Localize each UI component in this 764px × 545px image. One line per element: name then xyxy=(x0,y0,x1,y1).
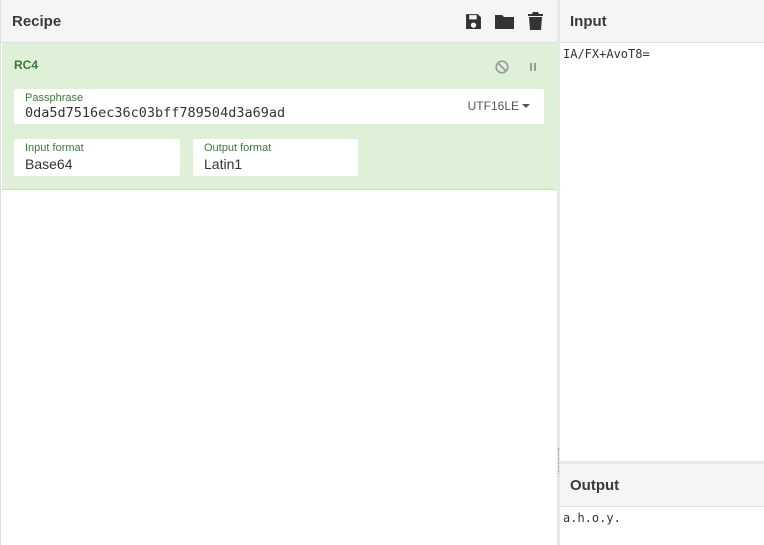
output-pane: Output a.h.o.y. xyxy=(560,461,764,545)
output-format-value[interactable]: Latin1 xyxy=(204,156,242,172)
input-textarea[interactable]: IA/FX+AvoT8= xyxy=(560,43,764,65)
input-format-label: Input format xyxy=(25,142,84,154)
recipe-header: Recipe xyxy=(1,0,557,43)
output-format-field[interactable]: Output format Latin1 xyxy=(193,139,358,176)
output-header: Output xyxy=(560,464,764,507)
save-icon xyxy=(466,13,481,29)
output-format-label: Output format xyxy=(204,142,272,154)
disable-operation-button[interactable] xyxy=(491,56,512,77)
pause-icon xyxy=(529,62,536,71)
passphrase-encoding-value: UTF16LE xyxy=(467,99,519,113)
trash-icon xyxy=(528,12,543,30)
rc4-operation[interactable]: RC4 Passphrase 0da5d7516ec36c03bff789504… xyxy=(2,43,557,190)
input-pane: Input IA/FX+AvoT8= xyxy=(560,0,764,461)
output-text[interactable]: a.h.o.y. xyxy=(560,507,764,529)
recipe-title: Recipe xyxy=(12,12,62,30)
operation-controls xyxy=(491,56,543,77)
save-recipe-button[interactable] xyxy=(463,11,484,32)
passphrase-encoding-dropdown[interactable]: UTF16LE xyxy=(468,99,530,113)
disable-icon xyxy=(494,59,509,74)
passphrase-input[interactable]: 0da5d7516ec36c03bff789504d3a69ad xyxy=(25,105,285,121)
caret-down-icon xyxy=(522,104,530,108)
load-recipe-button[interactable] xyxy=(494,11,515,32)
output-title: Output xyxy=(570,476,620,494)
pause-operation-button[interactable] xyxy=(522,56,543,77)
operation-title: RC4 xyxy=(14,58,39,72)
input-format-value[interactable]: Base64 xyxy=(25,156,72,172)
divider-grip[interactable] xyxy=(558,448,559,474)
passphrase-label: Passphrase xyxy=(25,92,84,104)
passphrase-field[interactable]: Passphrase 0da5d7516ec36c03bff789504d3a6… xyxy=(14,89,544,124)
input-title: Input xyxy=(570,12,607,30)
input-format-field[interactable]: Input format Base64 xyxy=(14,139,180,176)
clear-recipe-button[interactable] xyxy=(525,11,546,32)
recipe-actions xyxy=(463,11,546,32)
folder-icon xyxy=(495,15,514,29)
recipe-pane: Recipe RC4 Passphrase 0da5d7516ec36c03bf… xyxy=(0,0,557,545)
input-header: Input xyxy=(560,0,764,43)
